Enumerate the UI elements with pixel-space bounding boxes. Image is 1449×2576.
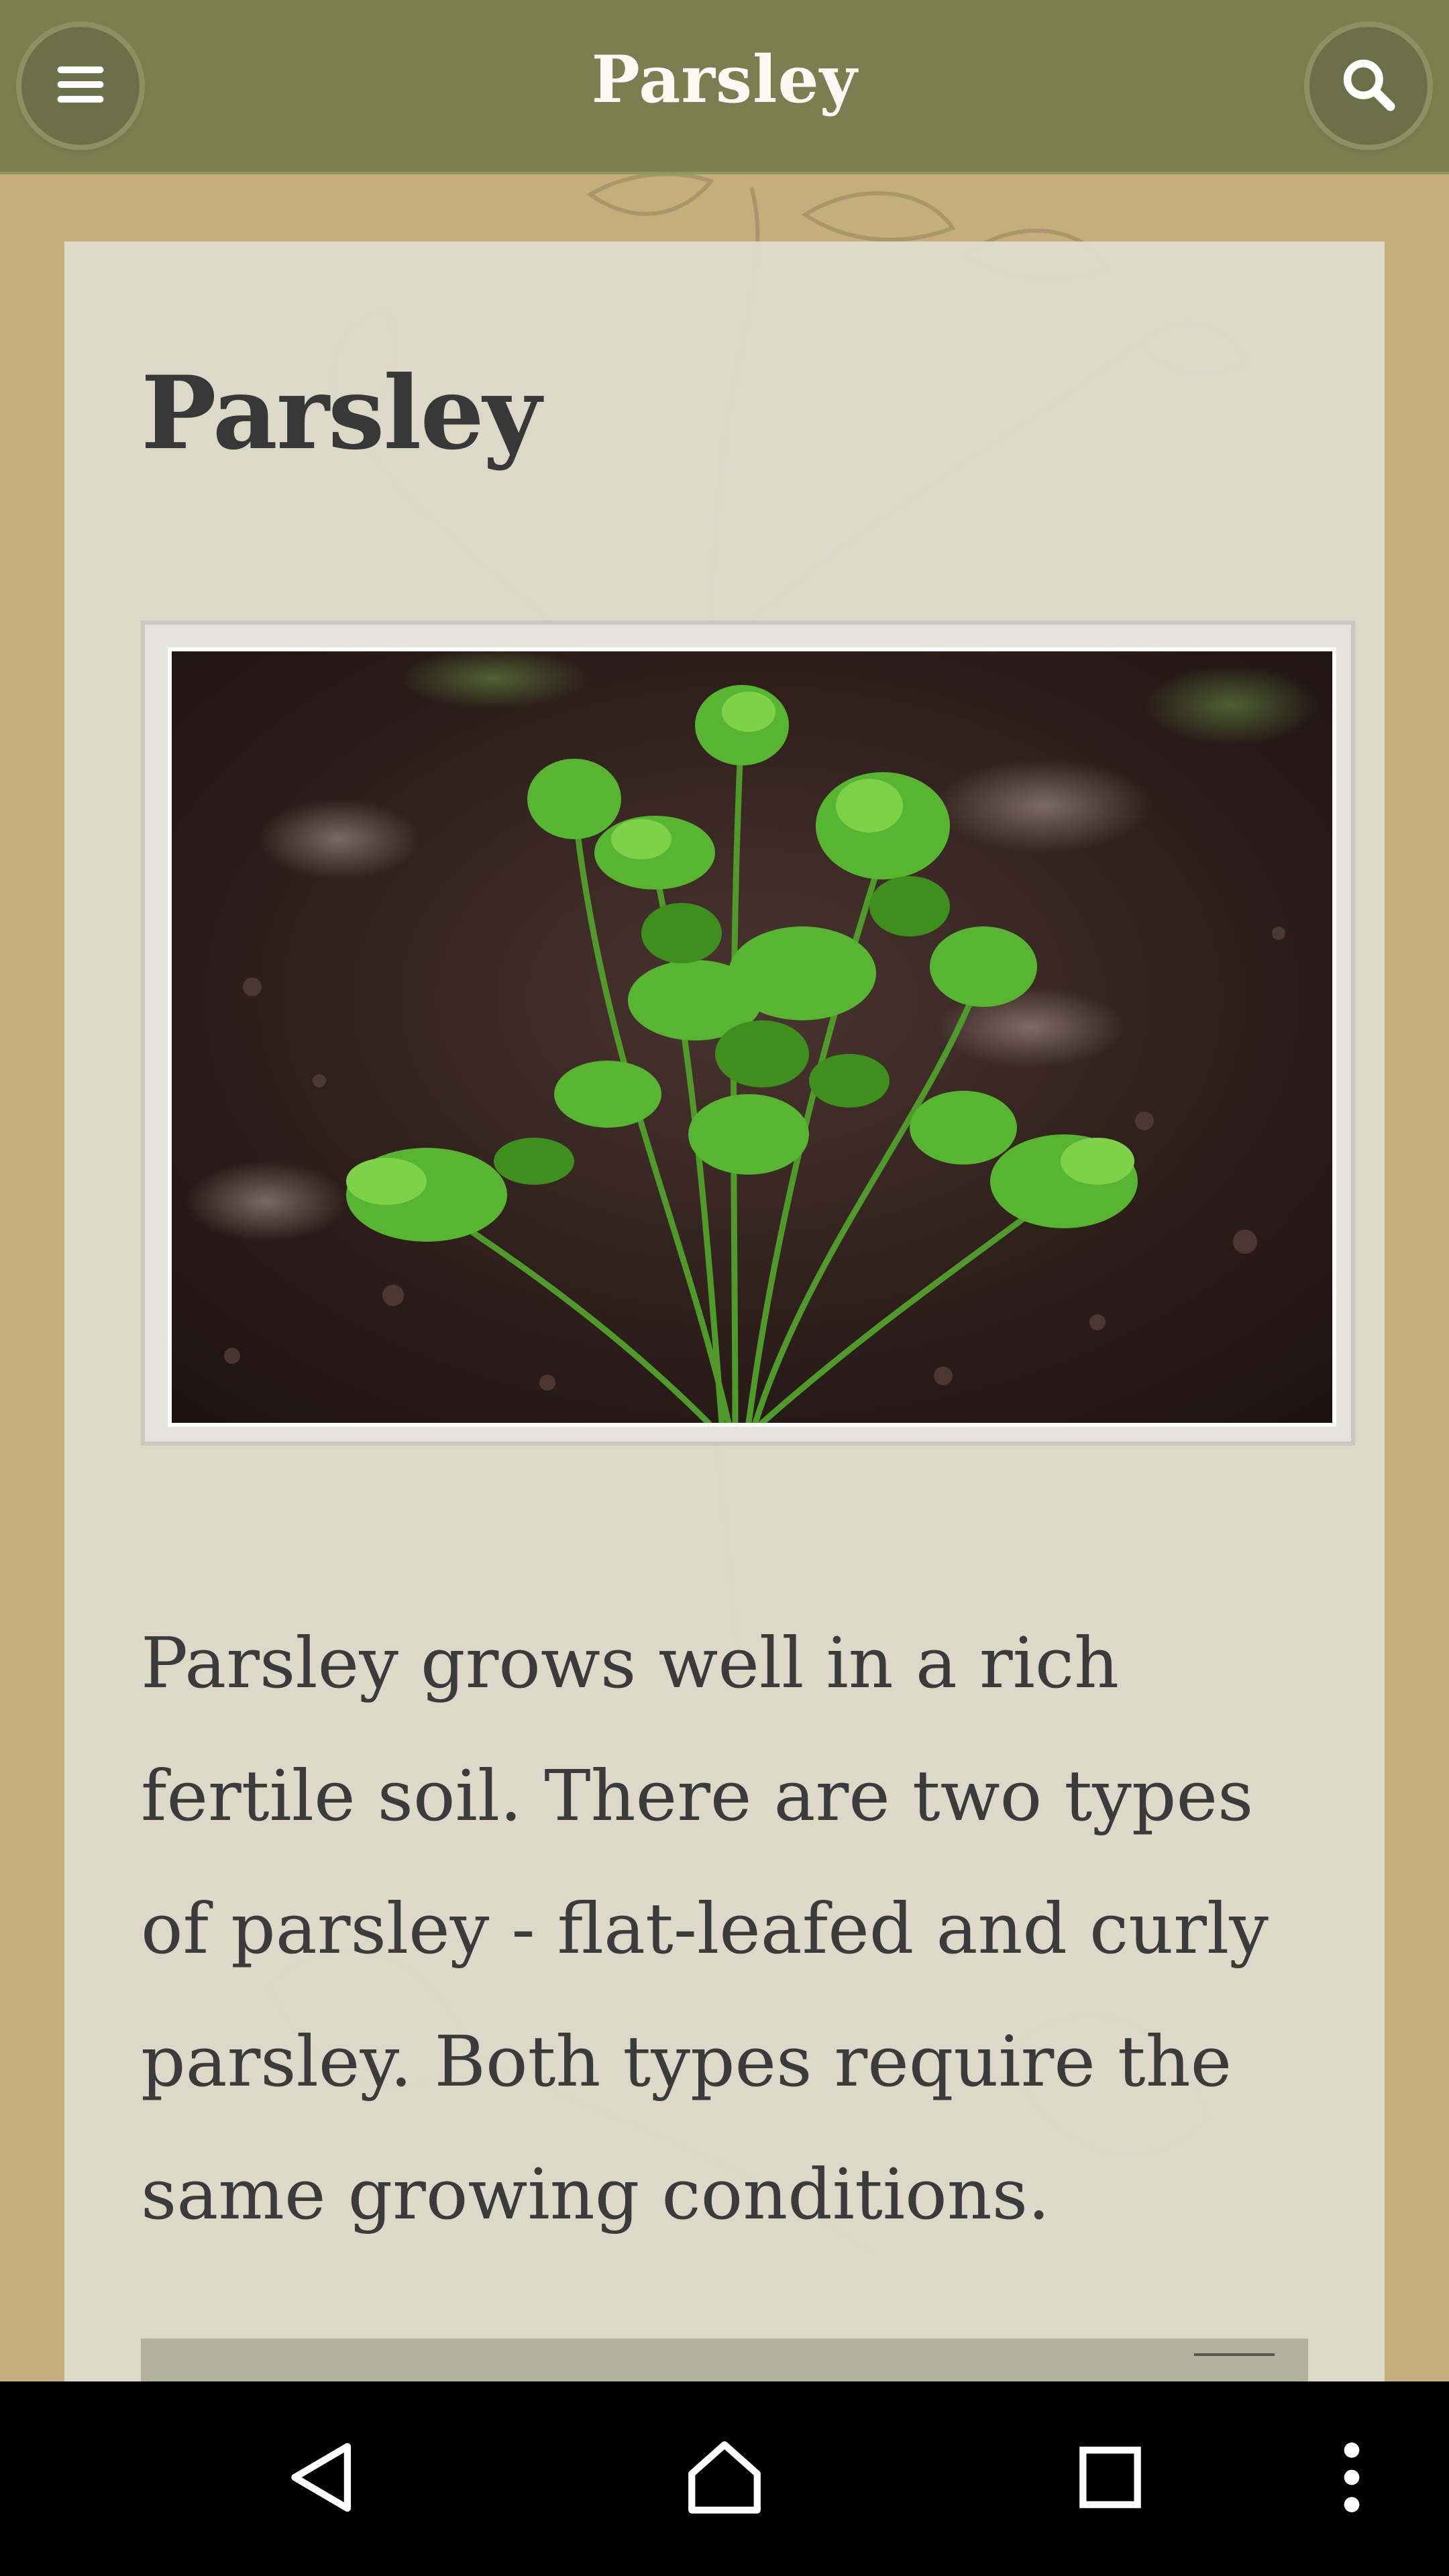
image-edge-detail (1194, 2353, 1275, 2373)
home-icon (681, 2434, 768, 2524)
parsley-plant-photo (168, 647, 1336, 1427)
app-bar: Parsley (0, 0, 1449, 174)
back-triangle-icon (278, 2434, 366, 2524)
home-button[interactable] (678, 2381, 771, 2576)
system-nav-bar (0, 2381, 1449, 2576)
next-image-preview (141, 2339, 1308, 2381)
more-vertical-icon (1308, 2434, 1395, 2524)
search-button[interactable] (1309, 27, 1428, 145)
app-bar-title: Parsley (591, 42, 858, 117)
content-card: Parsley Parsley grows well in a rich fer… (64, 241, 1385, 2381)
back-button[interactable] (275, 2381, 369, 2576)
more-options-button[interactable] (1315, 2381, 1389, 2576)
image-frame (141, 621, 1355, 1446)
article-paragraph: Parsley grows well in a rich fertile soi… (141, 1622, 1269, 2235)
recents-square-icon (1067, 2434, 1154, 2524)
page-title: Parsley (141, 354, 541, 472)
search-icon (1338, 54, 1399, 118)
recents-button[interactable] (1063, 2381, 1157, 2576)
